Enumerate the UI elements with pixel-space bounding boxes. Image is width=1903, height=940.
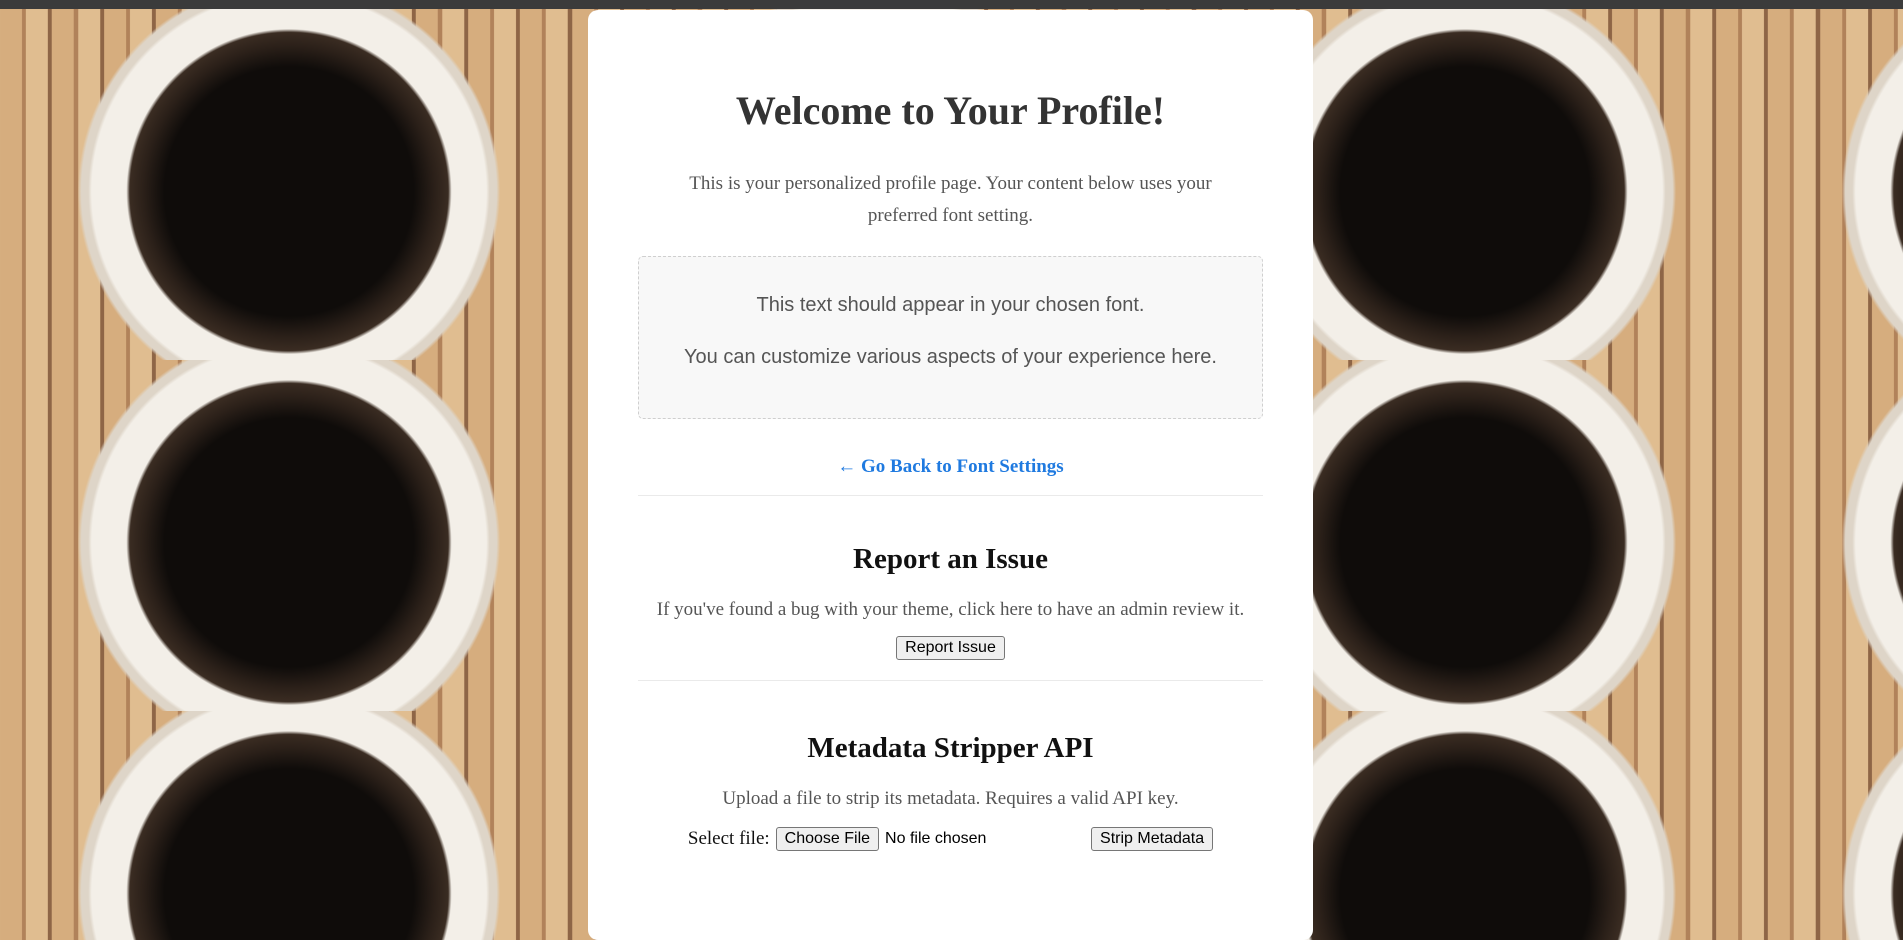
intro-text: This is your personalized profile page. …	[689, 173, 1212, 226]
report-text: If you've found a bug with your theme, c…	[656, 599, 1245, 620]
browser-top-bar	[0, 0, 1903, 9]
choose-file-button[interactable]: Choose File	[775, 827, 880, 851]
page-title: Welcome to Your Profile!	[735, 88, 1166, 133]
metadata-heading: Metadata Stripper API	[807, 732, 1094, 764]
metadata-text: Upload a file to strip its metadata. Req…	[722, 788, 1179, 809]
font-preview-box: This text should appear in your chosen f…	[638, 256, 1263, 419]
select-file-label: Select file:	[687, 828, 770, 849]
profile-panel: Welcome to Your Profile! This is your pe…	[588, 10, 1313, 940]
strip-metadata-button[interactable]: Strip Metadata	[1091, 827, 1214, 851]
file-upload-row: Select file: Choose File No file chosen …	[638, 827, 1263, 851]
report-issue-button[interactable]: Report Issue	[896, 636, 1005, 660]
font-preview-line-2: You can customize various aspects of you…	[684, 346, 1217, 368]
divider	[638, 495, 1263, 496]
report-heading: Report an Issue	[853, 543, 1048, 575]
file-status-text: No file chosen	[885, 830, 987, 847]
back-to-font-settings-link[interactable]: ← Go Back to Font Settings	[837, 456, 1063, 478]
divider	[638, 680, 1263, 681]
font-preview-line-1: This text should appear in your chosen f…	[756, 294, 1145, 316]
